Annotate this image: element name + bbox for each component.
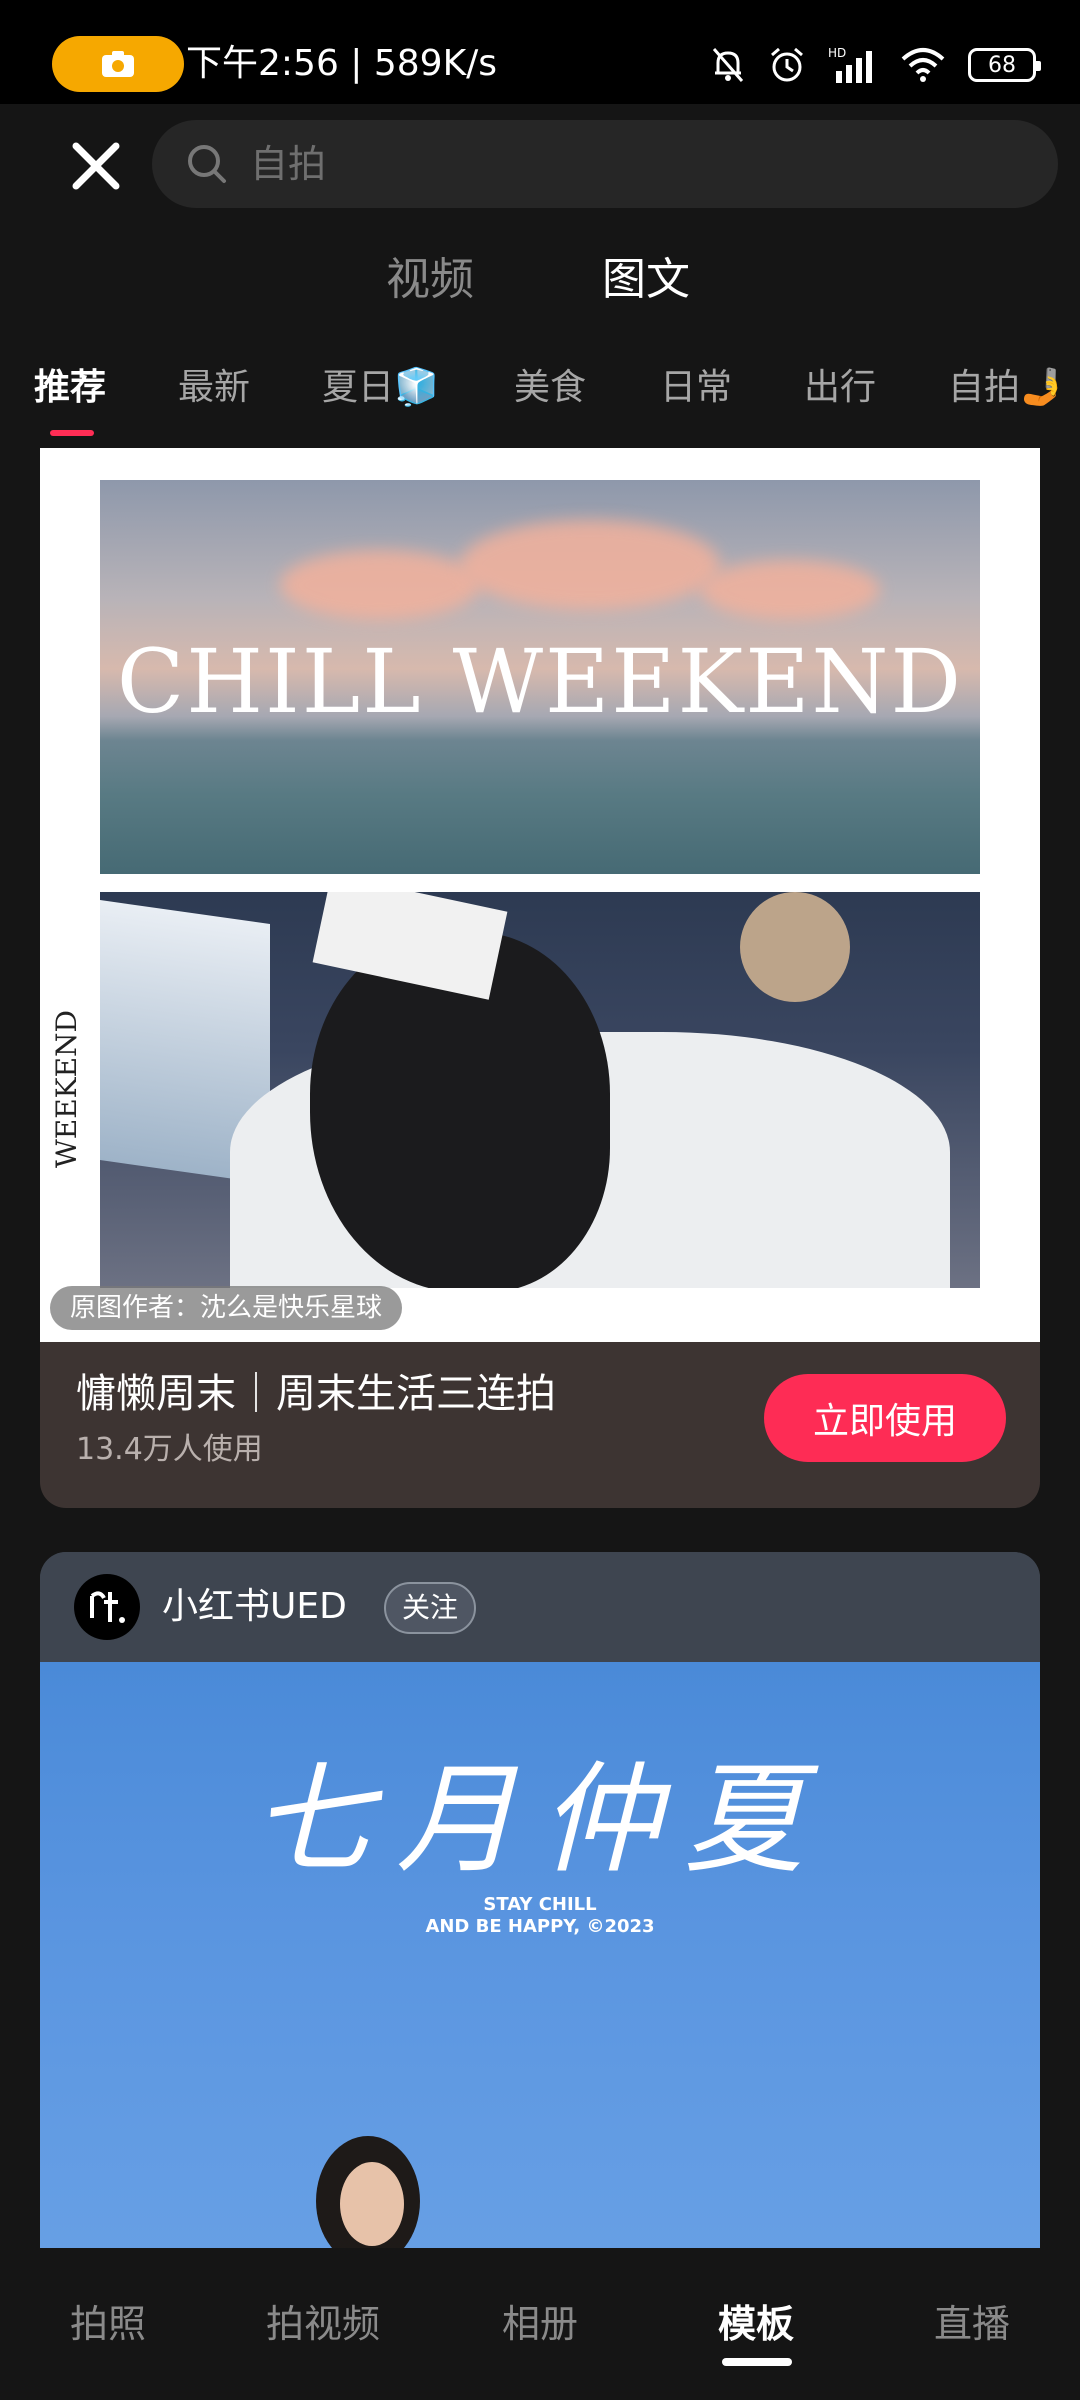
tab-video[interactable]: 视频	[386, 250, 474, 310]
template-preview-image[interactable]: CHILL WEEKEND WEEKEND 原图作者：沈么是快乐星球	[40, 448, 1040, 1342]
battery-level: 68	[988, 52, 1016, 78]
girl-books-photo	[100, 892, 980, 1288]
nav-live[interactable]: 直播	[934, 2296, 1010, 2352]
search-icon	[188, 145, 226, 183]
category-active-indicator	[50, 430, 94, 436]
photo-credit: 原图作者：沈么是快乐星球	[50, 1286, 403, 1330]
app-root: 下午2:56 | 589K/s HD 68 自拍 视频 图文 推荐 最新 夏日🧊…	[0, 0, 1080, 2400]
search-input[interactable]	[250, 142, 950, 186]
close-icon	[72, 142, 120, 190]
alarm-icon	[771, 47, 803, 82]
avatar[interactable]	[74, 1574, 140, 1640]
camera-icon[interactable]	[52, 36, 184, 92]
chill-weekend-text: CHILL WEEKEND	[116, 630, 964, 733]
template-info: 慵懒周末｜周末生活三连拍 13.4万人使用 立即使用	[40, 1342, 1040, 1508]
status-bar: 下午2:56 | 589K/s HD 68	[0, 0, 1080, 104]
wifi-icon	[901, 48, 945, 82]
july-summer-title: 七月仲夏	[252, 1751, 828, 1890]
category-tab-food[interactable]: 美食	[514, 360, 586, 416]
use-now-button[interactable]: 立即使用	[764, 1374, 1006, 1462]
nav-photo[interactable]: 拍照	[70, 2296, 146, 2352]
template-title: 慵懒周末｜周末生活三连拍	[76, 1371, 556, 1417]
category-tab-summer[interactable]: 夏日🧊	[322, 360, 439, 416]
search-bar[interactable]	[152, 120, 1058, 208]
template-usage-count: 13.4万人使用	[76, 1432, 263, 1467]
signal-icon: HD	[828, 46, 872, 83]
tab-image-text[interactable]: 图文	[602, 250, 690, 310]
tagline: STAY CHILL AND BE HAPPY, ©2023	[40, 1894, 1040, 1938]
nav-active-indicator	[722, 2358, 792, 2366]
svg-text:HD: HD	[828, 46, 846, 60]
bottom-navigation: 拍照 拍视频 相册 模板 直播	[0, 2248, 1080, 2400]
sea-sky-photo: CHILL WEEKEND	[100, 480, 980, 874]
template-preview-image[interactable]: 七月仲夏 STAY CHILL AND BE HAPPY, ©2023	[40, 1662, 1040, 2332]
author-header: 小红书UED 关注	[40, 1552, 1040, 1662]
tagline-line-2: AND BE HAPPY, ©2023	[425, 1916, 655, 1937]
bell-off-icon	[712, 48, 744, 82]
follow-button[interactable]: 关注	[384, 1582, 477, 1634]
template-card[interactable]: CHILL WEEKEND WEEKEND 原图作者：沈么是快乐星球 慵懒周末｜…	[40, 448, 1040, 1508]
nav-templates[interactable]: 模板	[718, 2296, 794, 2352]
author-logo-icon	[90, 1591, 125, 1623]
author-name[interactable]: 小红书UED	[162, 1580, 347, 1634]
close-button[interactable]	[68, 138, 124, 194]
category-tab-latest[interactable]: 最新	[178, 360, 250, 416]
status-icons: HD 68	[710, 40, 1041, 90]
status-time-speed: 下午2:56 | 589K/s	[186, 43, 498, 84]
side-vertical-text: WEEKEND	[50, 1010, 83, 1168]
category-tab-daily[interactable]: 日常	[660, 360, 732, 416]
category-tab-selfie[interactable]: 自拍🤳	[948, 360, 1065, 416]
battery-icon: 68	[968, 48, 1041, 82]
person-face	[340, 2162, 404, 2246]
tagline-line-1: STAY CHILL	[483, 1894, 597, 1915]
category-tabs: 推荐 最新 夏日🧊 美食 日常 出行 自拍🤳	[0, 360, 1080, 440]
nav-album[interactable]: 相册	[502, 2296, 578, 2352]
category-tab-recommend[interactable]: 推荐	[34, 360, 106, 416]
template-card[interactable]: 小红书UED 关注 七月仲夏 STAY CHILL AND BE HAPPY, …	[40, 1552, 1040, 2332]
nav-video[interactable]: 拍视频	[266, 2296, 380, 2352]
category-tab-travel[interactable]: 出行	[804, 360, 876, 416]
